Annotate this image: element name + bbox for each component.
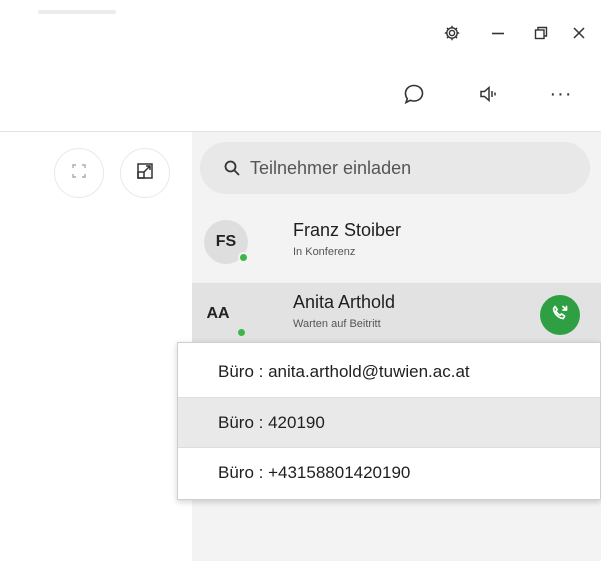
invite-search-box[interactable]	[200, 142, 590, 194]
more-dots-icon[interactable]: ···	[544, 79, 578, 109]
menu-item-extension[interactable]: Büro : 420190	[178, 398, 600, 448]
participant-row-franz-stoiber[interactable]: FS Franz Stoiber In Konferenz	[192, 211, 601, 273]
menu-item-phone-number[interactable]: Büro : +43158801420190	[178, 448, 600, 498]
participant-status: Warten auf Beitritt	[293, 318, 381, 330]
speaker-icon[interactable]	[472, 79, 506, 109]
phone-icon	[550, 303, 570, 328]
call-participant-button[interactable]	[540, 295, 580, 335]
contact-options-menu: Büro : anita.arthold@tuwien.ac.at Büro :…	[177, 342, 601, 500]
participant-name: Anita Arthold	[293, 292, 396, 312]
participant-status: In Konferenz	[293, 246, 356, 258]
avatar-initials: FS	[215, 233, 237, 250]
chat-bubble-icon[interactable]	[397, 79, 431, 109]
fullscreen-icon	[70, 162, 88, 185]
search-icon	[222, 158, 242, 178]
top-tab-indicator	[38, 10, 116, 14]
participant-name: Franz Stoiber	[293, 220, 402, 240]
close-icon[interactable]	[564, 18, 594, 48]
more-label: ···	[549, 82, 573, 105]
avatar-initials: AA	[206, 305, 230, 322]
invite-search-input[interactable]	[250, 157, 570, 179]
popout-button[interactable]	[120, 148, 170, 198]
popout-icon	[135, 161, 155, 186]
restore-icon[interactable]	[526, 18, 556, 48]
presence-online-icon	[238, 252, 249, 263]
conference-window: ··· FS Fr	[0, 0, 601, 561]
presence-online-icon	[236, 327, 247, 338]
minimize-icon[interactable]	[483, 18, 513, 48]
gear-icon[interactable]	[437, 18, 467, 48]
avatar: AA	[196, 292, 240, 336]
menu-item-email[interactable]: Büro : anita.arthold@tuwien.ac.at	[178, 347, 600, 397]
participant-row-anita-arthold[interactable]: AA Anita Arthold Warten auf Beitritt	[192, 283, 601, 343]
fullscreen-button[interactable]	[54, 148, 104, 198]
